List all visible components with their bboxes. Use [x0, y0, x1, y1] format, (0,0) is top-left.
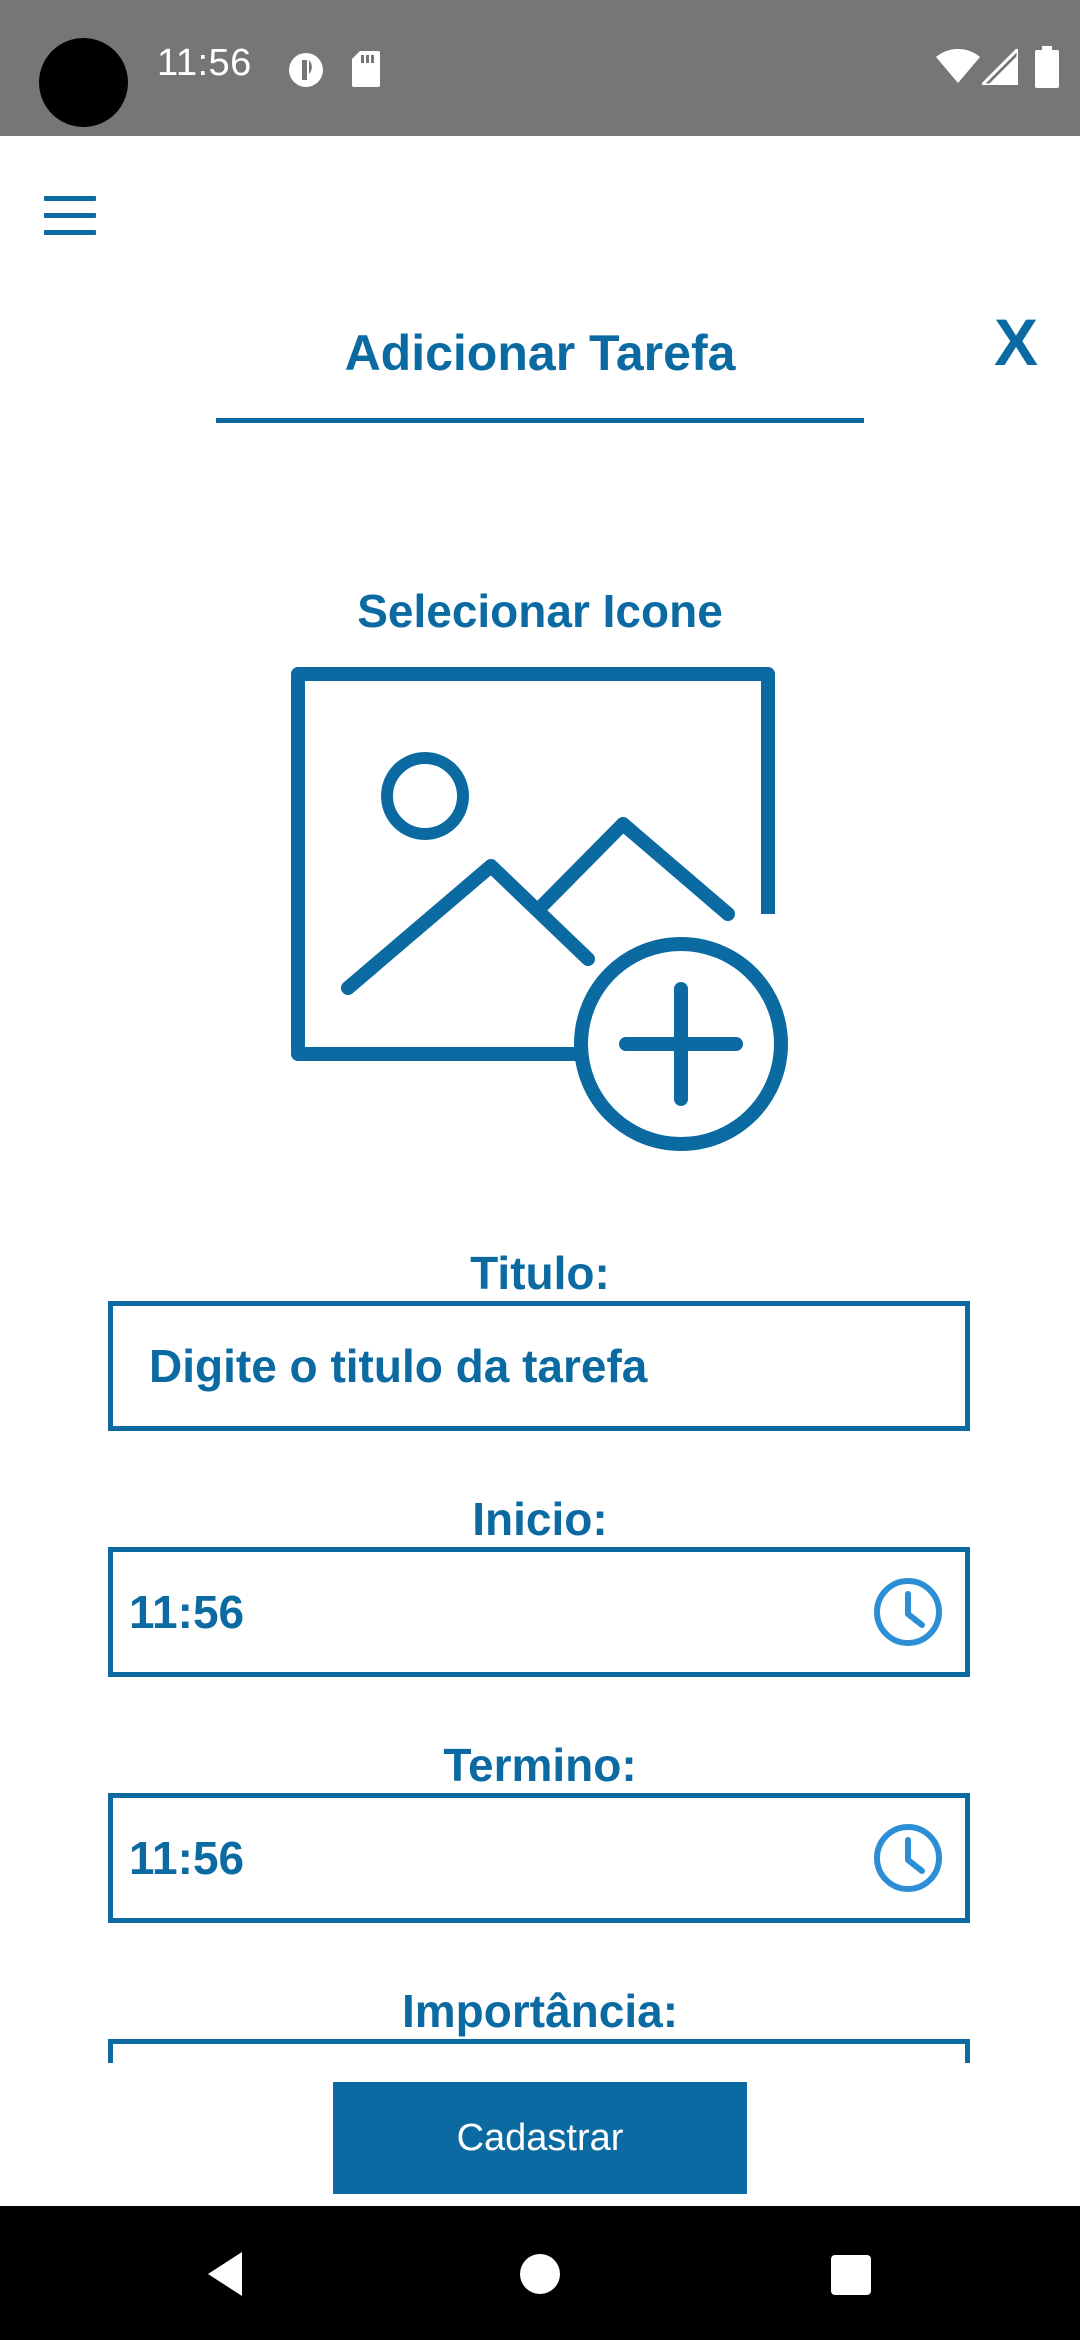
status-time: 11:56: [157, 42, 252, 84]
back-icon[interactable]: [196, 2244, 256, 2304]
wifi-icon: [936, 49, 980, 83]
titulo-input[interactable]: Digite o titulo da tarefa: [108, 1301, 970, 1431]
data-saver-icon: [289, 53, 323, 87]
home-icon[interactable]: [510, 2244, 570, 2304]
termino-value: 11:56: [129, 1832, 245, 1884]
close-button[interactable]: X: [994, 304, 1038, 380]
status-bar: 11:56: [0, 0, 1080, 136]
importancia-field-clip: [108, 2039, 970, 2063]
clock-icon[interactable]: [871, 1821, 945, 1895]
inicio-value: 11:56: [129, 1586, 245, 1638]
inicio-time-field[interactable]: 11:56: [108, 1547, 970, 1677]
importancia-select[interactable]: [108, 2039, 970, 2063]
termino-time-field[interactable]: 11:56: [108, 1793, 970, 1923]
inicio-label: Inicio:: [472, 1493, 608, 1545]
select-icon-label: Selecionar Icone: [357, 585, 723, 637]
page-title: Adicionar Tarefa: [344, 325, 736, 381]
title-underline: [216, 418, 864, 423]
hamburger-menu-icon[interactable]: [44, 196, 96, 236]
add-task-screen: X Adicionar Tarefa Selecionar Icone Titu…: [0, 136, 1080, 2206]
termino-label: Termino:: [443, 1739, 637, 1791]
camera-cutout: [39, 38, 128, 127]
clock-icon[interactable]: [871, 1575, 945, 1649]
importancia-label: Importância:: [401, 1985, 679, 2037]
cadastrar-button[interactable]: Cadastrar: [333, 2082, 747, 2194]
titulo-placeholder: Digite o titulo da tarefa: [149, 1340, 648, 1392]
sd-card-icon: [352, 51, 380, 87]
battery-icon: [1035, 46, 1059, 88]
add-image-icon[interactable]: [288, 664, 798, 1250]
signal-icon: [982, 49, 1018, 85]
navigation-bar: [0, 2206, 1080, 2340]
recents-icon[interactable]: [820, 2244, 880, 2304]
titulo-label: Titulo:: [470, 1247, 610, 1299]
